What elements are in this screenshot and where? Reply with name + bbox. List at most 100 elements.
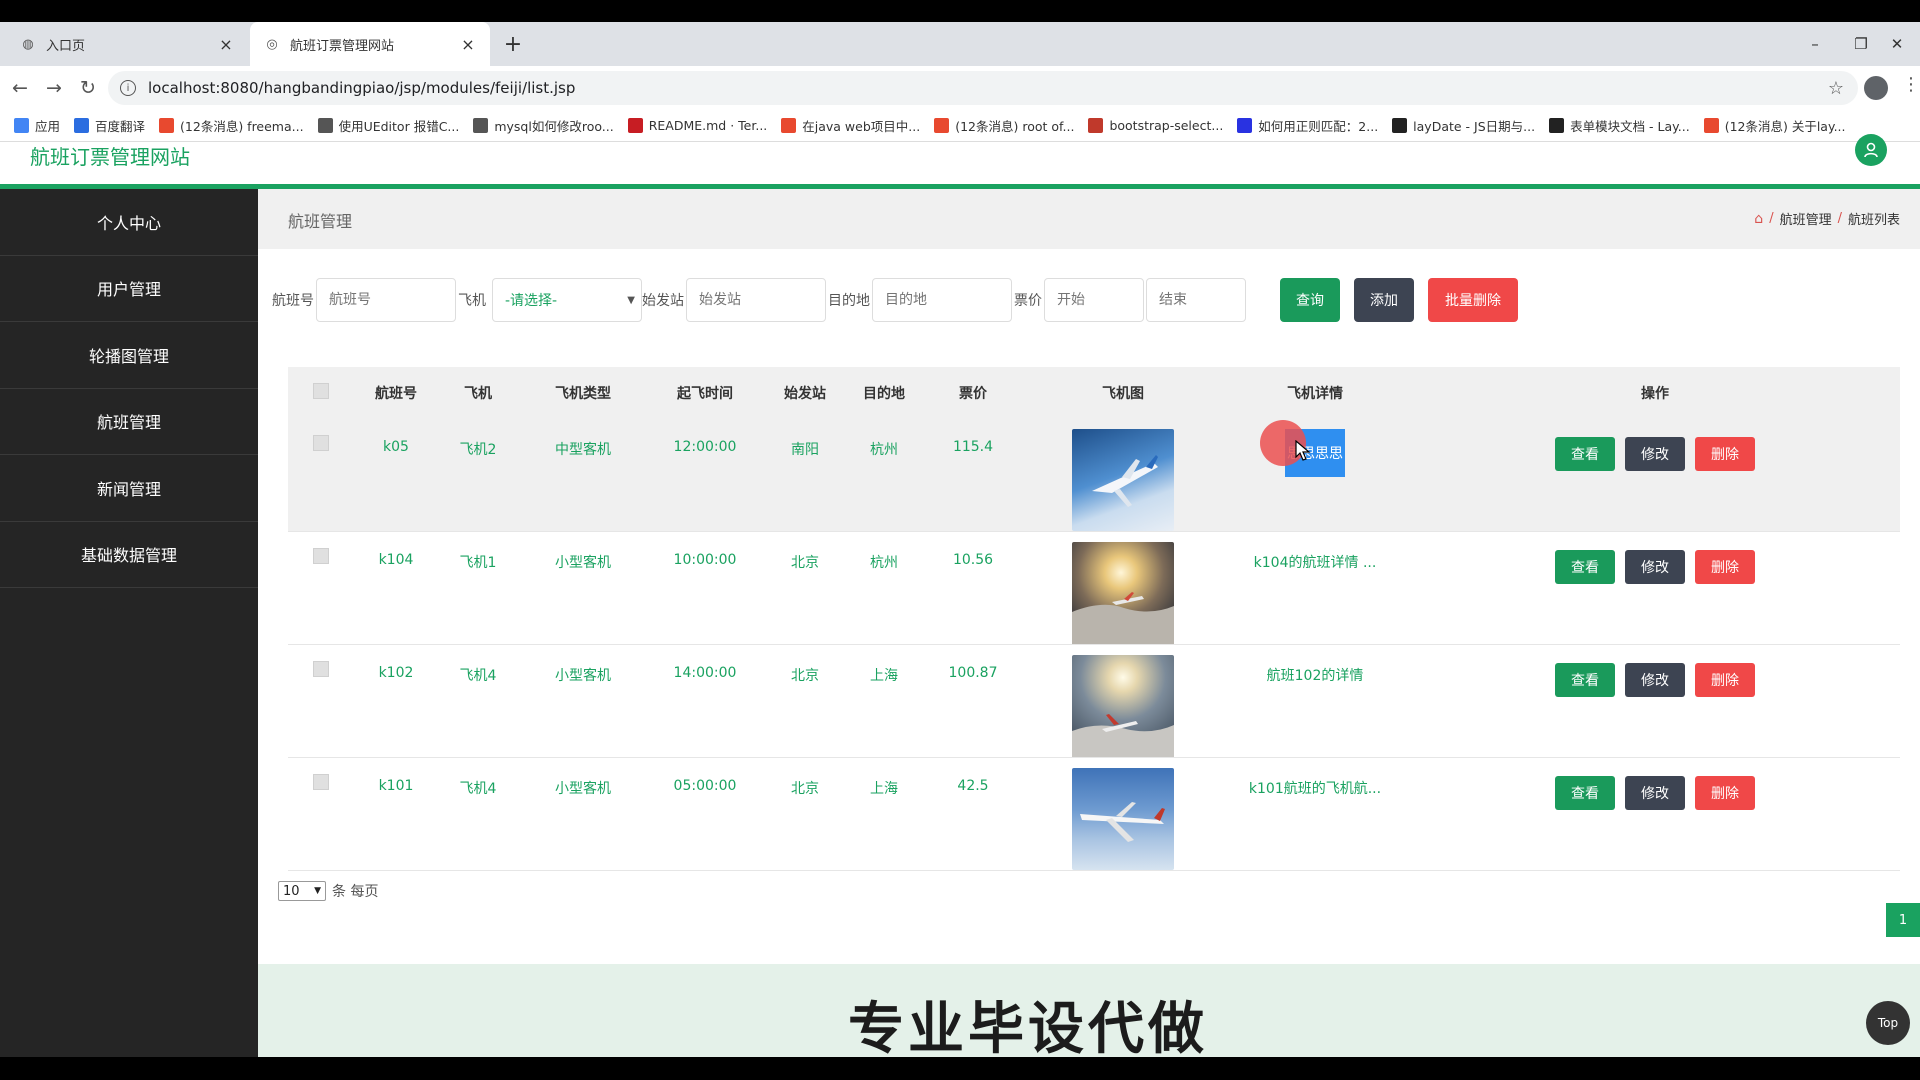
row-checkbox[interactable]: [313, 548, 329, 564]
bookmark-item[interactable]: 如何用正则匹配：2...: [1237, 116, 1378, 135]
bookmark-label: (12条消息) 关于lay...: [1724, 119, 1846, 134]
delete-button[interactable]: 删除: [1695, 776, 1755, 810]
sidebar-item-users[interactable]: 用户管理: [0, 256, 258, 322]
bookmark-label: (12条消息) freema...: [180, 119, 304, 134]
bookmark-item[interactable]: 在java web项目中...: [781, 116, 920, 135]
back-to-top-button[interactable]: Top: [1866, 1001, 1910, 1045]
plane-type-cell: 小型客机: [518, 644, 648, 758]
delete-button[interactable]: 删除: [1695, 437, 1755, 471]
column-header: 飞机类型: [518, 367, 648, 419]
plane-cell: 飞机2: [438, 419, 518, 532]
plane-image-cell: [1026, 419, 1220, 532]
bookmark-item[interactable]: (12条消息) freema...: [159, 116, 304, 135]
bookmark-item[interactable]: mysql如何修改roo...: [473, 116, 614, 135]
minimize-icon[interactable]: –: [1792, 22, 1838, 66]
select-all-checkbox[interactable]: [313, 383, 329, 399]
edit-button[interactable]: 修改: [1625, 550, 1685, 584]
delete-button[interactable]: 删除: [1695, 550, 1755, 584]
origin-label: 始发站: [642, 293, 684, 309]
price-start-input[interactable]: [1044, 278, 1144, 322]
edit-button[interactable]: 修改: [1625, 663, 1685, 697]
bookmark-item[interactable]: 应用: [14, 116, 60, 135]
home-icon[interactable]: ⌂: [1754, 211, 1763, 227]
sidebar-item-flights[interactable]: 航班管理: [0, 389, 258, 455]
address-bar[interactable]: i localhost:8080/hangbandingpiao/jsp/mod…: [108, 71, 1858, 105]
time-cell: 05:00:00: [648, 757, 762, 871]
per-page-label: 条 每页: [332, 884, 379, 900]
column-header: 目的地: [848, 367, 920, 419]
price-label: 票价: [1014, 293, 1042, 309]
view-button[interactable]: 查看: [1555, 776, 1615, 810]
bookmark-label: layDate - JS日期与...: [1413, 119, 1536, 134]
column-header: 飞机: [438, 367, 518, 419]
bookmark-item[interactable]: bootstrap-select...: [1088, 118, 1223, 133]
airplane-photo-icon: [1072, 714, 1174, 757]
sidebar-item-label: 个人中心: [96, 213, 161, 233]
reload-icon[interactable]: ↻: [72, 72, 104, 104]
close-icon[interactable]: ×: [218, 35, 234, 54]
sidebar-item-news[interactable]: 新闻管理: [0, 455, 258, 522]
time-cell: 12:00:00: [648, 419, 762, 532]
view-button[interactable]: 查看: [1555, 663, 1615, 697]
info-icon[interactable]: i: [120, 80, 136, 96]
plane-image-cell: [1026, 644, 1220, 758]
edit-button[interactable]: 修改: [1625, 437, 1685, 471]
plane-cell: 飞机1: [438, 531, 518, 645]
row-actions: 查看 修改 删除: [1410, 542, 1900, 584]
plane-image: [1072, 542, 1174, 644]
plane-image: [1072, 768, 1174, 870]
browser-tab-active[interactable]: ◎ 航班订票管理网站 ×: [250, 22, 490, 66]
batch-delete-button[interactable]: 批量删除: [1428, 278, 1518, 322]
close-icon[interactable]: ×: [460, 35, 476, 54]
row-actions: 查看 修改 删除: [1410, 429, 1900, 471]
user-avatar-button[interactable]: [1855, 134, 1887, 166]
sidebar-item-carousel[interactable]: 轮播图管理: [0, 322, 258, 389]
edit-button[interactable]: 修改: [1625, 776, 1685, 810]
page-button-current[interactable]: 1: [1886, 903, 1920, 937]
browser-tab-entry[interactable]: ◍ 入口页 ×: [6, 22, 248, 66]
airplane-photo-icon: [1080, 802, 1165, 842]
delete-button[interactable]: 删除: [1695, 663, 1755, 697]
star-icon[interactable]: ☆: [1828, 78, 1844, 99]
row-checkbox[interactable]: [313, 774, 329, 790]
row-checkbox[interactable]: [313, 661, 329, 677]
column-header: 航班号: [354, 367, 438, 419]
bookmark-item[interactable]: layDate - JS日期与...: [1392, 116, 1535, 135]
window-close-icon[interactable]: ✕: [1874, 22, 1920, 66]
bookmark-icon: [317, 118, 333, 133]
plane-select[interactable]: -请选择- ▼: [492, 278, 642, 322]
query-button[interactable]: 查询: [1280, 278, 1340, 322]
bookmark-item[interactable]: 使用UEditor 报错C...: [317, 116, 459, 135]
actions-cell: 查看 修改 删除: [1410, 419, 1900, 532]
view-button[interactable]: 查看: [1555, 437, 1615, 471]
new-tab-icon[interactable]: +: [498, 22, 528, 66]
row-select-cell: [288, 644, 354, 758]
forward-icon[interactable]: →: [38, 72, 70, 104]
csdn-icon: [1703, 118, 1719, 133]
dest-input[interactable]: [872, 278, 1012, 322]
chevron-down-icon: ▼: [314, 886, 321, 896]
site-title[interactable]: 航班订票管理网站: [30, 141, 190, 170]
row-checkbox[interactable]: [313, 435, 329, 451]
price-end-input[interactable]: [1146, 278, 1246, 322]
breadcrumb-item[interactable]: 航班管理: [1780, 209, 1832, 228]
back-icon[interactable]: ←: [4, 72, 36, 104]
bookmark-item[interactable]: 表单模块文档 - Lay...: [1549, 116, 1690, 135]
more-menu-icon[interactable]: ⋮: [1902, 74, 1920, 95]
view-button[interactable]: 查看: [1555, 550, 1615, 584]
sidebar-item-personal-center[interactable]: 个人中心: [0, 189, 258, 256]
sidebar-item-base-data[interactable]: 基础数据管理: [0, 522, 258, 588]
origin-input[interactable]: [686, 278, 826, 322]
flight-no-input[interactable]: [316, 278, 456, 322]
add-button[interactable]: 添加: [1354, 278, 1414, 322]
apps-icon: [14, 118, 29, 133]
plane-cell: 飞机4: [438, 644, 518, 758]
watermark-text: 专业毕设代做: [848, 997, 1208, 1062]
page-size-select[interactable]: 10 ▼: [278, 881, 326, 901]
bookmark-item[interactable]: (12条消息) root of...: [934, 116, 1074, 135]
bookmark-item[interactable]: (12条消息) 关于lay...: [1703, 116, 1846, 135]
profile-icon[interactable]: [1864, 76, 1888, 100]
bookmark-item[interactable]: README.md · Ter...: [627, 118, 767, 133]
airplane-photo-icon: [1092, 455, 1158, 507]
bookmark-item[interactable]: 百度翻译: [74, 116, 145, 135]
